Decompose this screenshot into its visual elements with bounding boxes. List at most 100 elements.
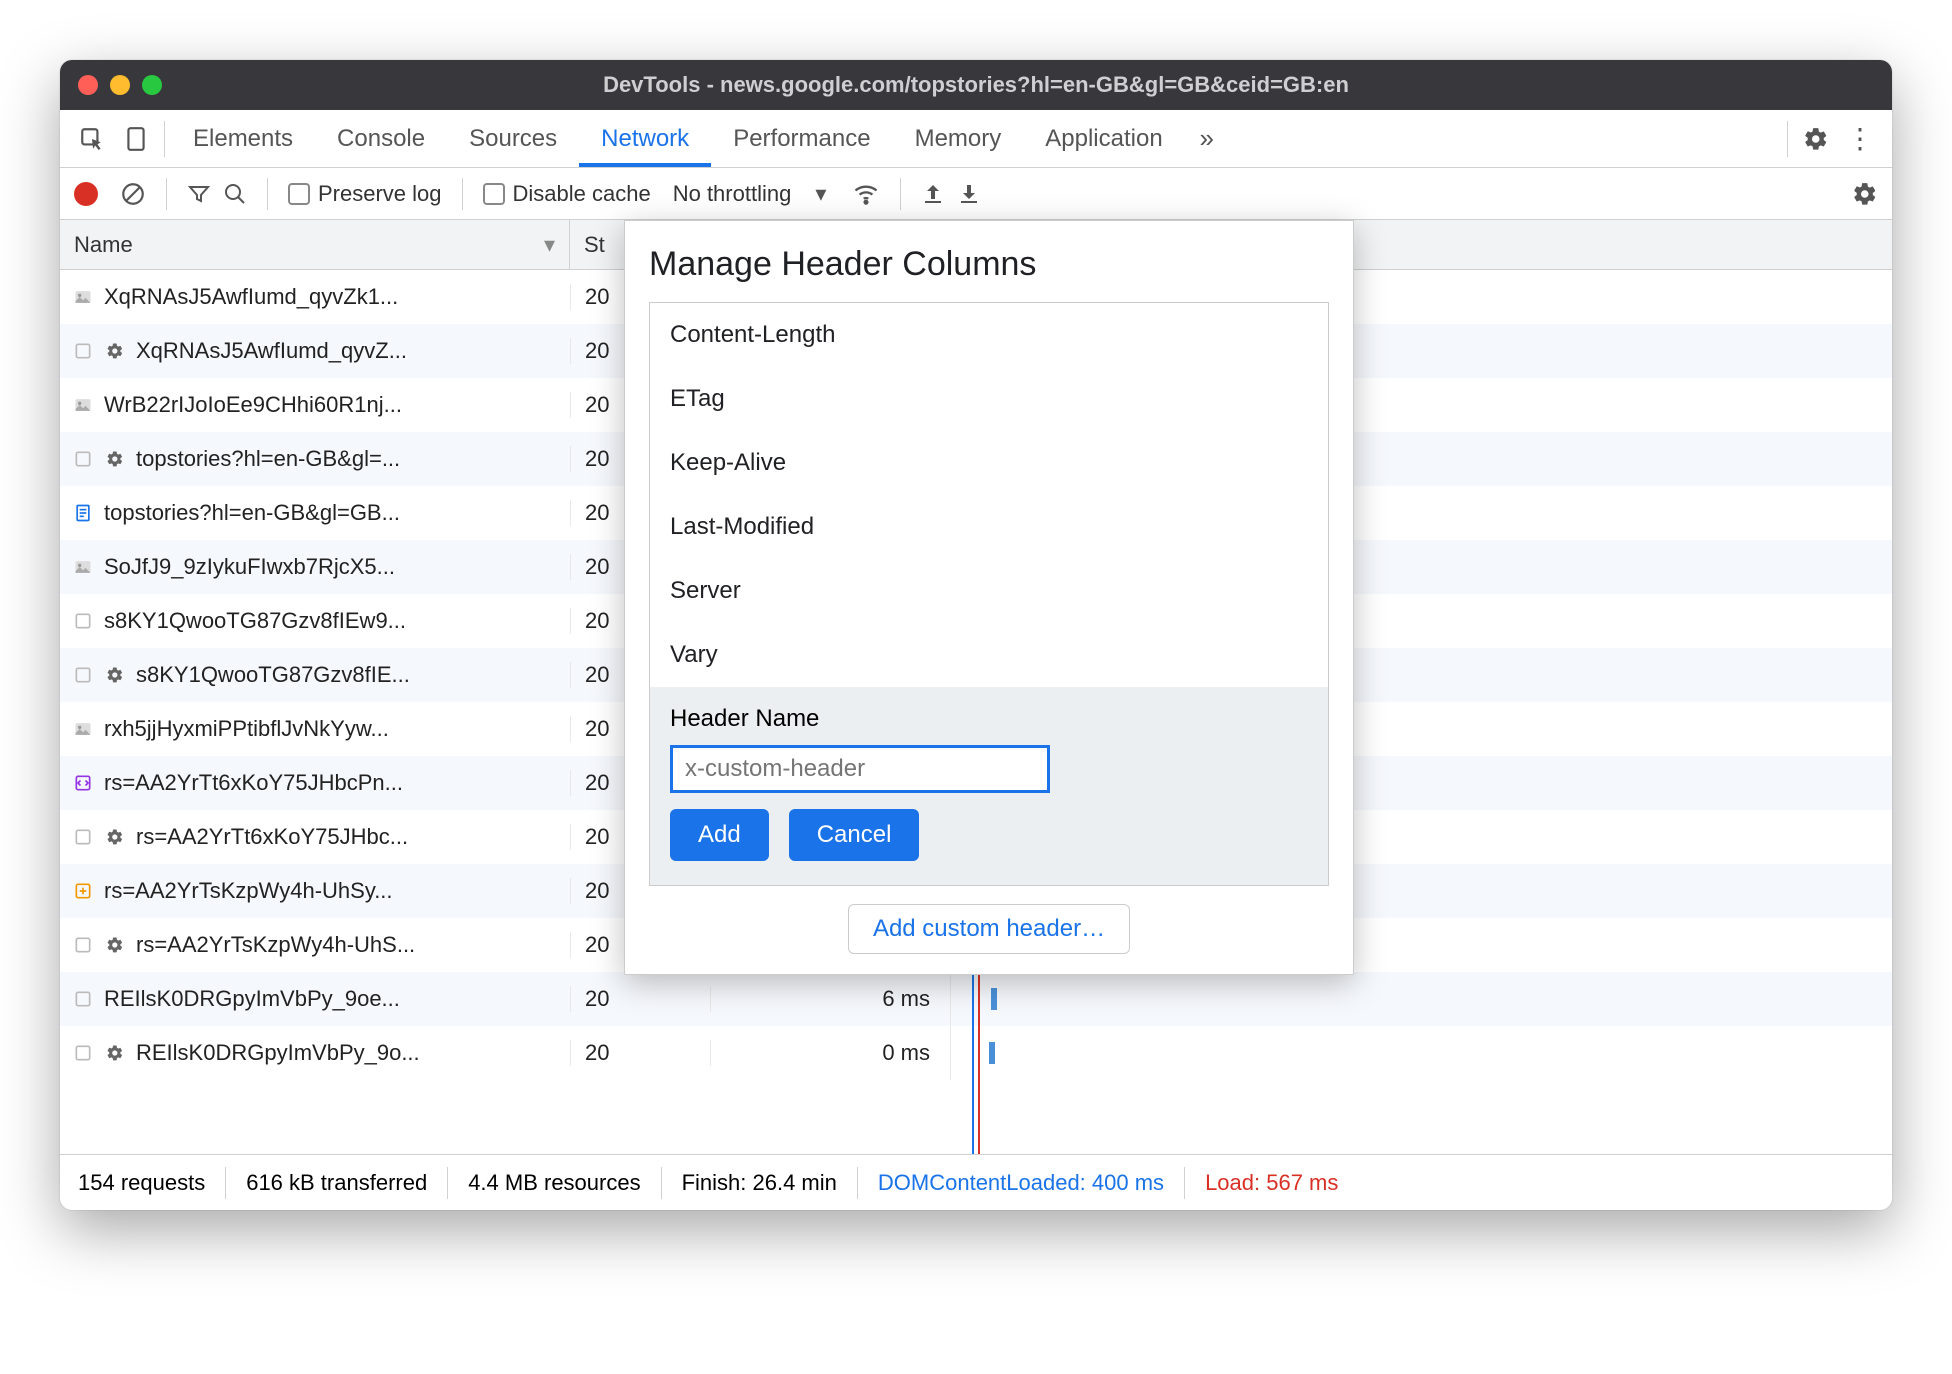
request-waterfall: [950, 1026, 1892, 1080]
network-toolbar: Preserve log Disable cache No throttling…: [60, 168, 1892, 220]
blank-icon: [72, 988, 94, 1010]
search-icon[interactable]: [223, 182, 247, 206]
tab-application[interactable]: Application: [1023, 110, 1184, 167]
add-custom-header-link[interactable]: Add custom header…: [848, 904, 1130, 954]
request-row[interactable]: REIlsK0DRGpyImVbPy_9o... 200 ms: [60, 1026, 1892, 1080]
status-bar: 154 requests 616 kB transferred 4.4 MB r…: [60, 1154, 1892, 1210]
request-name: rs=AA2YrTsKzpWy4h-UhSy...: [104, 878, 393, 904]
filter-icon[interactable]: [187, 182, 211, 206]
inspect-element-icon[interactable]: [70, 117, 114, 161]
request-name: rs=AA2YrTt6xKoY75JHbcPn...: [104, 770, 403, 796]
preserve-log-checkbox[interactable]: Preserve log: [288, 181, 442, 207]
request-waterfall: [950, 972, 1892, 1026]
window-title: DevTools - news.google.com/topstories?hl…: [60, 72, 1892, 98]
main-tabs: Elements Console Sources Network Perform…: [60, 110, 1892, 168]
finish-time: Finish: 26.4 min: [682, 1170, 837, 1196]
kebab-menu-icon[interactable]: ⋮: [1838, 117, 1882, 161]
network-conditions-icon[interactable]: [852, 180, 880, 208]
gear-icon: [104, 448, 126, 470]
request-name: SoJfJ9_9zIykuFIwxb7RjcX5...: [104, 554, 395, 580]
request-name: topstories?hl=en-GB&gl=...: [136, 446, 400, 472]
titlebar: DevTools - news.google.com/topstories?hl…: [60, 60, 1892, 110]
minimize-window-button[interactable]: [110, 75, 130, 95]
file-type-icon: [72, 340, 94, 362]
dialog-title: Manage Header Columns: [649, 245, 1329, 284]
traffic-lights: [78, 75, 162, 95]
disable-cache-checkbox[interactable]: Disable cache: [483, 181, 651, 207]
gear-icon: [104, 664, 126, 686]
more-tabs-icon[interactable]: »: [1185, 117, 1229, 161]
custom-header-input[interactable]: [670, 745, 1050, 793]
header-item[interactable]: Last-Modified: [650, 495, 1328, 559]
settings-icon[interactable]: [1794, 117, 1838, 161]
gear-icon: [104, 340, 126, 362]
tab-network[interactable]: Network: [579, 110, 711, 167]
manage-header-columns-dialog: Manage Header Columns Content-Length ETa…: [624, 220, 1354, 975]
request-name: s8KY1QwooTG87Gzv8fIEw9...: [104, 608, 406, 634]
request-name: WrB22rIJoIoEe9CHhi60R1nj...: [104, 392, 402, 418]
cancel-button[interactable]: Cancel: [789, 809, 920, 861]
header-item[interactable]: Keep-Alive: [650, 431, 1328, 495]
doc-icon: [72, 502, 94, 524]
maximize-window-button[interactable]: [142, 75, 162, 95]
column-header-name[interactable]: Name ▾: [60, 220, 570, 269]
upload-har-icon[interactable]: [921, 182, 945, 206]
request-time: 0 ms: [710, 1040, 950, 1066]
request-name: topstories?hl=en-GB&gl=GB...: [104, 500, 400, 526]
request-name: XqRNAsJ5AwfIumd_qyvZk1...: [104, 284, 398, 310]
gear-icon: [104, 826, 126, 848]
record-button[interactable]: [74, 182, 98, 206]
request-name: s8KY1QwooTG87Gzv8fIE...: [136, 662, 410, 688]
tab-elements[interactable]: Elements: [171, 110, 315, 167]
request-status: 20: [570, 1040, 710, 1066]
requests-count: 154 requests: [78, 1170, 205, 1196]
image-icon: [72, 718, 94, 740]
tab-performance[interactable]: Performance: [711, 110, 892, 167]
file-type-icon: [72, 934, 94, 956]
custom-header-box: Header Name Add Cancel: [650, 687, 1328, 885]
header-list: Content-Length ETag Keep-Alive Last-Modi…: [649, 302, 1329, 886]
throttling-select[interactable]: No throttling▾: [673, 181, 827, 207]
file-type-icon: [72, 664, 94, 686]
header-item[interactable]: Server: [650, 559, 1328, 623]
header-item[interactable]: Vary: [650, 623, 1328, 687]
network-grid: Name ▾ St Time Waterfall XqRNAsJ5AwfIumd…: [60, 220, 1892, 1154]
request-name: XqRNAsJ5AwfIumd_qyvZ...: [136, 338, 407, 364]
download-har-icon[interactable]: [957, 182, 981, 206]
file-type-icon: [72, 1042, 94, 1064]
load-time: Load: 567 ms: [1205, 1170, 1338, 1196]
image-icon: [72, 286, 94, 308]
file-type-icon: [72, 826, 94, 848]
domcontentloaded-time: DOMContentLoaded: 400 ms: [878, 1170, 1164, 1196]
request-time: 6 ms: [710, 986, 950, 1012]
request-name: REIlsK0DRGpyImVbPy_9oe...: [104, 986, 400, 1012]
network-settings-icon[interactable]: [1852, 181, 1878, 207]
file-type-icon: [72, 448, 94, 470]
tab-memory[interactable]: Memory: [893, 110, 1024, 167]
clear-icon[interactable]: [120, 181, 146, 207]
script2-icon: [72, 880, 94, 902]
header-item[interactable]: ETag: [650, 367, 1328, 431]
image-icon: [72, 556, 94, 578]
resources-size: 4.4 MB resources: [468, 1170, 640, 1196]
gear-icon: [104, 1042, 126, 1064]
tab-console[interactable]: Console: [315, 110, 447, 167]
request-name: REIlsK0DRGpyImVbPy_9o...: [136, 1040, 420, 1066]
blank-icon: [72, 610, 94, 632]
sort-indicator-icon: ▾: [544, 232, 555, 258]
request-name: rs=AA2YrTt6xKoY75JHbc...: [136, 824, 408, 850]
request-row[interactable]: REIlsK0DRGpyImVbPy_9oe... 206 ms: [60, 972, 1892, 1026]
script-icon: [72, 772, 94, 794]
request-name: rs=AA2YrTsKzpWy4h-UhS...: [136, 932, 415, 958]
custom-header-label: Header Name: [670, 705, 1308, 733]
image-icon: [72, 394, 94, 416]
tab-sources[interactable]: Sources: [447, 110, 579, 167]
device-toolbar-icon[interactable]: [114, 117, 158, 161]
header-item[interactable]: Content-Length: [650, 303, 1328, 367]
close-window-button[interactable]: [78, 75, 98, 95]
devtools-window: DevTools - news.google.com/topstories?hl…: [60, 60, 1892, 1210]
request-status: 20: [570, 986, 710, 1012]
add-button[interactable]: Add: [670, 809, 769, 861]
gear-icon: [104, 934, 126, 956]
transferred-size: 616 kB transferred: [246, 1170, 427, 1196]
